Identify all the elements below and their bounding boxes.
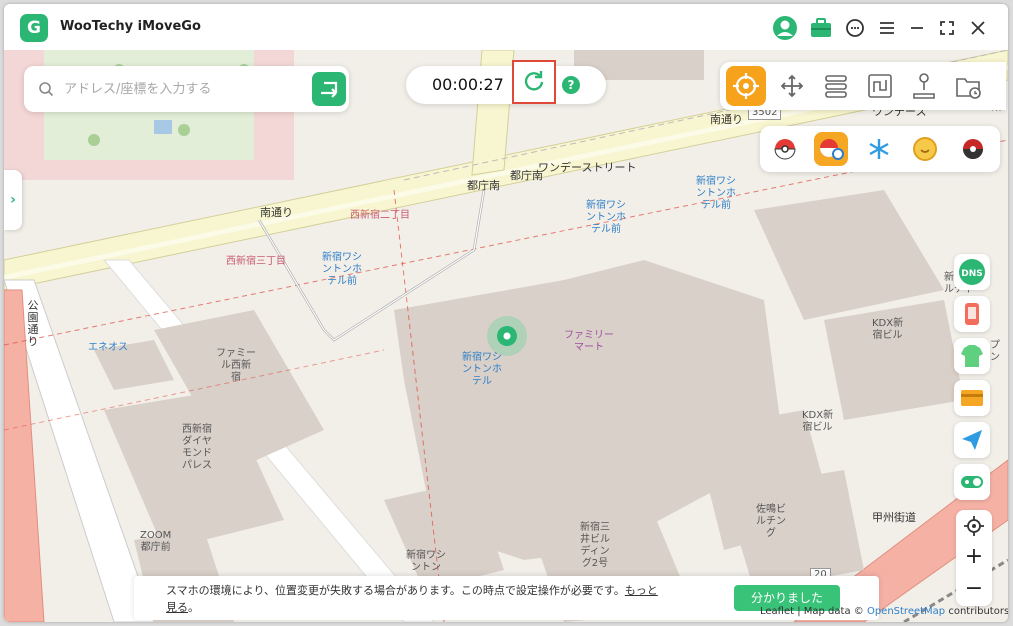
map-label: 都庁南 bbox=[510, 169, 543, 182]
map-label: ワンデーストリート bbox=[538, 161, 637, 174]
map-label: プン bbox=[990, 340, 1000, 363]
jump-teleport-mode-button[interactable] bbox=[904, 66, 944, 106]
two-spot-mode-button[interactable] bbox=[860, 66, 900, 106]
chat-icon[interactable] bbox=[842, 15, 868, 41]
history-mode-button[interactable] bbox=[948, 66, 988, 106]
device-icon[interactable] bbox=[954, 296, 990, 332]
refresh-button[interactable] bbox=[512, 60, 556, 104]
tshirt-icon[interactable] bbox=[954, 338, 990, 374]
go-button[interactable] bbox=[312, 72, 346, 106]
map-label: 佐鳴ビ ルチン グ bbox=[756, 504, 786, 539]
crosshair-icon bbox=[733, 73, 759, 99]
locate-icon[interactable] bbox=[956, 510, 992, 542]
card-icon[interactable] bbox=[954, 380, 990, 416]
map-label: KDX新 宿ビル bbox=[802, 410, 834, 433]
notice-text: スマホの環境により、位置変更が失敗する場合があります。この時点で設定操作が必要で… bbox=[166, 582, 726, 616]
svg-text:DNS: DNS bbox=[961, 269, 983, 279]
map-label: 西新宿二丁目 bbox=[350, 210, 410, 221]
learn-more-link[interactable]: もっと bbox=[625, 584, 658, 597]
history-folder-icon bbox=[956, 78, 981, 99]
map-label: 新宿ワシ ントン bbox=[406, 550, 446, 573]
move-arrows-icon bbox=[780, 74, 804, 98]
game-tools-bar bbox=[760, 126, 1000, 172]
search-icon bbox=[39, 82, 54, 97]
map-label: 甲州街道 bbox=[872, 511, 916, 524]
mode-toolbar bbox=[720, 62, 1006, 110]
map-attribution: Leaflet | Map data © OpenStreetMap contr… bbox=[760, 606, 1008, 617]
app-logo: G bbox=[20, 14, 48, 42]
map-label: 都庁南 bbox=[467, 179, 500, 192]
multi-route-icon bbox=[825, 75, 847, 98]
map-view[interactable]: 南通り 南通り ワンデーストリート ワンデース 都庁南 都庁南 公園通り 甲州街… bbox=[4, 50, 1008, 622]
dns-icon[interactable]: DNS bbox=[954, 254, 990, 290]
joystick-mode-button[interactable] bbox=[772, 66, 812, 106]
attribution-suffix: contributors bbox=[948, 606, 1008, 617]
zoom-out-button[interactable]: − bbox=[956, 574, 992, 606]
multi-spot-mode-button[interactable] bbox=[816, 66, 856, 106]
send-icon[interactable] bbox=[954, 422, 990, 458]
map-label: エネオス bbox=[88, 342, 128, 353]
map-label: 西新宿 ダイヤ モンド パレス bbox=[182, 424, 212, 471]
notice-message: スマホの環境により、位置変更が失敗する場合があります。この時点で設定操作が必要で… bbox=[166, 584, 625, 597]
map-label: ファミー ル西新 宿 bbox=[216, 348, 256, 383]
map-label: 南通り bbox=[710, 113, 743, 126]
app-title: WooTechy iMoveGo bbox=[60, 19, 201, 34]
sidebar-expand-button[interactable]: › bbox=[4, 170, 22, 230]
pokeball-icon[interactable] bbox=[768, 132, 802, 166]
map-label: 新宿ワシ ントンホ テル前 bbox=[322, 252, 362, 287]
teleport-mode-button[interactable] bbox=[726, 66, 766, 106]
map-label: ZOOM 都庁前 bbox=[140, 530, 172, 553]
enter-icon bbox=[321, 81, 338, 98]
title-bar: G WooTechy iMoveGo bbox=[4, 4, 1008, 50]
route-map-icon bbox=[868, 74, 892, 98]
search-input[interactable] bbox=[64, 78, 304, 100]
map-label: 新宿ワシ ントンホ テル前 bbox=[586, 200, 626, 235]
map-label: 新宿ワシ ントンホ テル bbox=[462, 352, 502, 387]
user-avatar-icon[interactable] bbox=[772, 15, 798, 41]
help-button[interactable]: ? bbox=[562, 76, 580, 94]
pokeball-dark-icon[interactable] bbox=[956, 132, 990, 166]
timer-text: 00:00:27 bbox=[432, 75, 504, 94]
map-label: 西新宿三丁目 bbox=[226, 256, 286, 267]
map-label: 新宿ワシ ントンホ テル前 bbox=[696, 176, 736, 211]
map-label: 公園通り bbox=[27, 299, 39, 348]
minimize-icon[interactable] bbox=[904, 15, 930, 41]
attribution-prefix: Leaflet | Map data © bbox=[760, 606, 864, 617]
snowflake-icon[interactable] bbox=[862, 132, 896, 166]
zoom-in-button[interactable]: + bbox=[956, 542, 992, 574]
close-icon[interactable] bbox=[965, 15, 991, 41]
menu-icon[interactable] bbox=[874, 15, 900, 41]
toggle-icon[interactable] bbox=[954, 464, 990, 500]
coin-icon[interactable] bbox=[908, 132, 942, 166]
search-box bbox=[24, 66, 349, 112]
zoom-controls: + − bbox=[956, 510, 992, 606]
map-label: KDX新 宿ビル bbox=[872, 318, 904, 341]
map-label: ファミリー マート bbox=[564, 330, 614, 353]
refresh-icon bbox=[524, 71, 544, 91]
toolbox-icon[interactable] bbox=[808, 15, 834, 41]
pokeball-radar-icon[interactable] bbox=[814, 132, 848, 166]
notice-period: 。 bbox=[188, 601, 199, 614]
joystick-icon bbox=[913, 73, 935, 99]
map-label: 新宿三 井ビル ディン グ2号 bbox=[580, 522, 610, 569]
map-label: 南通り bbox=[260, 206, 293, 219]
learn-more-link-cont[interactable]: 見る bbox=[166, 601, 188, 614]
osm-link[interactable]: OpenStreetMap bbox=[867, 606, 945, 617]
app-window: G WooTechy iMoveGo 南通り 南通り ワンデーストリート ワンデ… bbox=[4, 4, 1008, 622]
fullscreen-icon[interactable] bbox=[934, 15, 960, 41]
cooldown-timer: 00:00:27 ? bbox=[406, 60, 606, 104]
